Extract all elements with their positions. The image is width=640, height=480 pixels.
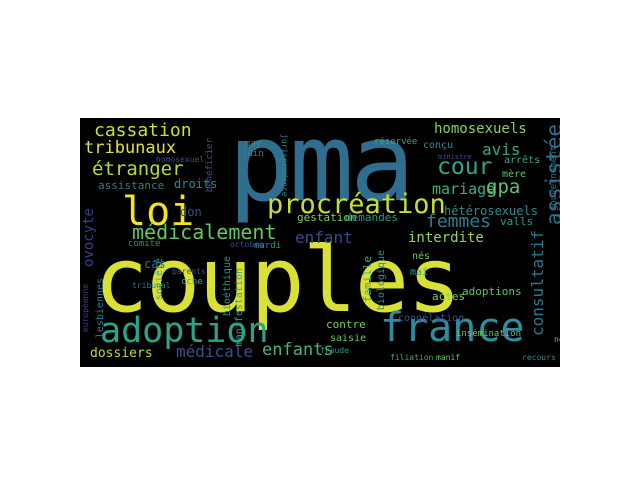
word-ccne: ccne: [181, 277, 203, 287]
word-europeenne: européenne: [81, 284, 90, 333]
word-lesbiennes: lesbiennes: [95, 278, 106, 339]
word-cloud: couples pma france adoption loi procréat…: [80, 118, 560, 367]
word-congelation: congélation: [398, 313, 465, 324]
word-contre: contre: [326, 318, 366, 331]
word-consultatif: consultatif: [528, 230, 547, 336]
word-biologique: biologique: [376, 250, 387, 311]
word-homosexuel: homosexuel: [156, 155, 205, 164]
word-manif: manif: [436, 353, 461, 362]
word-juin: juin: [242, 149, 264, 159]
word-beneficier: bénéficier: [205, 138, 215, 193]
word-tribunal: tribunal: [132, 281, 171, 290]
word-octobre: octobre: [230, 240, 264, 249]
word-dossiers: dossiers: [90, 346, 153, 361]
word-arrets: arrêts: [504, 155, 541, 166]
word-gpa: gpa: [486, 176, 521, 198]
word-famille: famille: [361, 256, 374, 303]
word-ovocyte: ovocyte: [81, 208, 97, 268]
word-gouvernement: gouvernement: [549, 146, 559, 212]
word-demandes: demandes: [345, 211, 398, 224]
word-filiation: filiation: [390, 353, 434, 362]
word-concu: conçu: [423, 140, 454, 151]
word-fraude: fraude: [320, 346, 349, 355]
word-assistance: assistance: [98, 179, 165, 192]
word-nes: nés: [412, 251, 431, 262]
word-ministre: ministre: [438, 153, 472, 161]
word-mai: mai: [410, 267, 429, 278]
word-interdite: interdite: [408, 230, 484, 246]
word-bioethique: bioéthique: [222, 256, 233, 317]
word-parents: parents: [172, 267, 206, 276]
word-medicale: médicale: [176, 342, 254, 361]
word-actes: actes: [432, 290, 466, 303]
word-homosexuels: homosexuels: [434, 121, 527, 137]
word-comite: comité: [128, 239, 161, 249]
word-jurisprudence: jurisprudence: [280, 134, 289, 197]
word-don: don: [180, 205, 202, 219]
word-reservee: réservée: [374, 137, 418, 147]
word-mere: mère: [502, 169, 527, 180]
word-neuf: neuf: [554, 335, 560, 344]
word-cas: cas: [144, 257, 166, 271]
word-adoptions: adoptions: [462, 285, 522, 298]
word-enfant: enfant: [295, 228, 353, 247]
word-valls: valls: [500, 215, 534, 228]
word-saisie: saisie: [330, 333, 367, 344]
word-manifestation: manifestation: [234, 268, 245, 347]
word-recours: recours: [522, 353, 556, 362]
word-insemination: insémination: [456, 329, 522, 339]
word-gay: gay: [245, 139, 262, 149]
